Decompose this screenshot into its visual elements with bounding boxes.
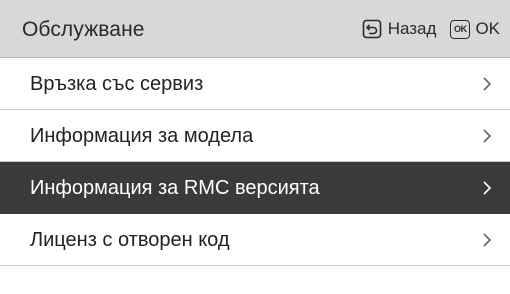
header-bar: Обслужване Назад OK OK: [0, 0, 510, 58]
back-label: Назад: [387, 19, 437, 38]
chevron-right-icon: [483, 129, 492, 143]
menu-item-model-info[interactable]: Информация за модела: [0, 110, 510, 162]
menu-item-label: Информация за RMC версията: [30, 177, 320, 199]
service-menu: Връзка със сервиз Информация за модела И…: [0, 58, 510, 266]
ok-button[interactable]: OK OK: [450, 19, 500, 39]
chevron-right-icon: [483, 181, 492, 195]
page-title: Обслужване: [22, 18, 145, 41]
menu-item-open-source-license[interactable]: Лиценз с отворен код: [0, 214, 510, 266]
ok-key-icon: OK: [450, 19, 471, 39]
service-screen: Обслужване Назад OK OK Връзка със сервиз…: [0, 0, 510, 294]
menu-item-label: Лиценз с отворен код: [30, 229, 230, 251]
menu-item-rmc-version-info[interactable]: Информация за RMC версията: [0, 162, 510, 214]
menu-item-label: Връзка със сервиз: [30, 73, 204, 95]
back-arrow-icon: [362, 19, 382, 39]
header-actions: Назад OK OK: [362, 0, 500, 58]
menu-item-service-connection[interactable]: Връзка със сервиз: [0, 58, 510, 110]
ok-label: OK: [475, 19, 500, 38]
menu-item-label: Информация за модела: [30, 125, 254, 147]
chevron-right-icon: [483, 77, 492, 91]
back-button[interactable]: Назад: [362, 19, 437, 39]
chevron-right-icon: [483, 233, 492, 247]
